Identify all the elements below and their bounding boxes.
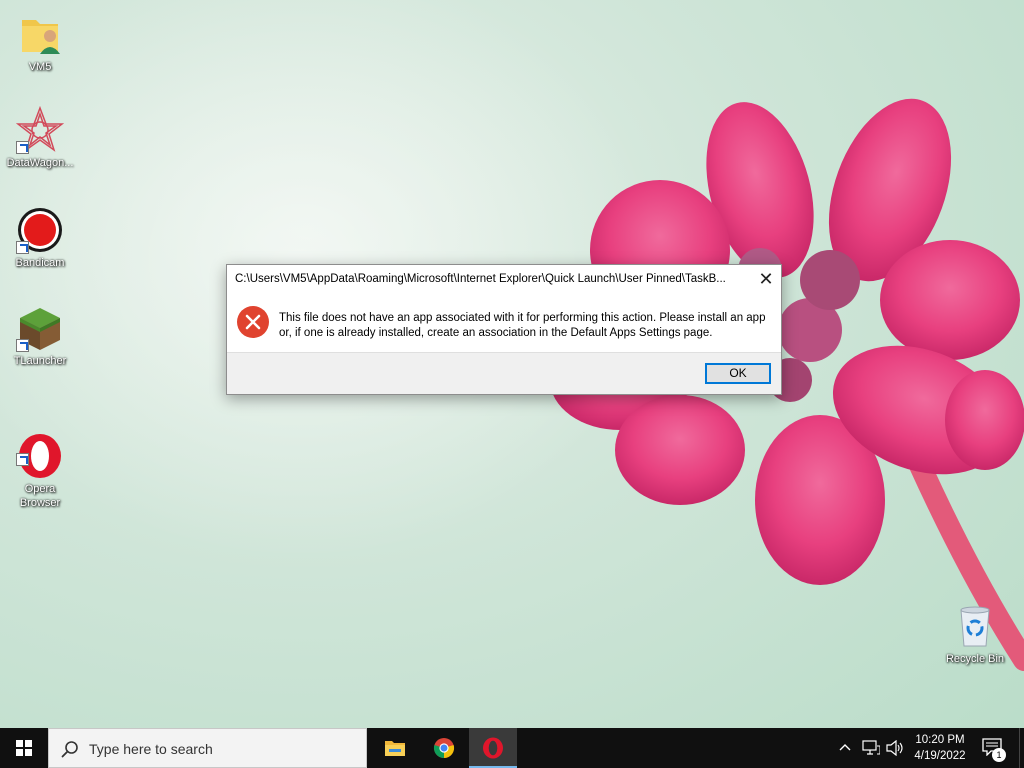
shortcut-arrow-icon bbox=[16, 141, 29, 154]
chrome-icon bbox=[433, 738, 455, 759]
notification-count-badge: 1 bbox=[992, 748, 1006, 762]
start-button[interactable] bbox=[0, 728, 48, 768]
desktop-icon-datawagon[interactable]: DataWagon... bbox=[1, 106, 79, 170]
taskbar-clock[interactable]: 10:20 PM 4/19/2022 bbox=[905, 732, 975, 764]
desktop-icon-label: DataWagon... bbox=[6, 157, 74, 169]
desktop-icon-opera[interactable]: Opera Browser bbox=[1, 404, 79, 524]
desktop-icon-label: Bandicam bbox=[15, 257, 65, 269]
dialog-footer: OK bbox=[227, 352, 781, 394]
clock-date: 4/19/2022 bbox=[914, 750, 966, 762]
shortcut-arrow-icon bbox=[16, 339, 29, 352]
desktop-icon-bandicam[interactable]: Bandicam bbox=[1, 206, 79, 270]
taskbar-chrome[interactable] bbox=[420, 728, 468, 768]
error-dialog: C:\Users\VM5\AppData\Roaming\Microsoft\I… bbox=[226, 264, 782, 395]
chevron-up-icon[interactable] bbox=[839, 743, 851, 751]
clock-time: 10:20 PM bbox=[915, 734, 965, 746]
error-icon bbox=[237, 306, 269, 338]
desktop-icon-label: VM5 bbox=[28, 61, 52, 73]
ok-button[interactable]: OK bbox=[705, 363, 771, 384]
dialog-message: This file does not have an app associate… bbox=[279, 312, 766, 339]
shortcut-arrow-icon bbox=[16, 453, 29, 466]
desktop-icon-label: TLauncher bbox=[13, 355, 67, 367]
search-icon bbox=[61, 741, 78, 758]
taskbar-search-box[interactable]: Type here to search bbox=[48, 728, 367, 768]
taskbar: Type here to search 10:20 PM 4/19/2022 1 bbox=[0, 728, 1024, 768]
shortcut-arrow-icon bbox=[16, 241, 29, 254]
network-icon[interactable] bbox=[862, 740, 880, 756]
taskbar-file-explorer[interactable] bbox=[371, 728, 419, 768]
bandicam-icon bbox=[16, 206, 64, 254]
desktop-icon-label: Recycle Bin bbox=[945, 653, 1005, 665]
opera-icon bbox=[483, 737, 503, 759]
desktop-icon-recycle-bin[interactable]: Recycle Bin bbox=[936, 602, 1014, 666]
windows-logo-icon bbox=[16, 740, 32, 756]
desktop-icon-tlauncher[interactable]: TLauncher bbox=[1, 304, 79, 368]
search-placeholder: Type here to search bbox=[89, 741, 213, 757]
close-button[interactable]: ✕ bbox=[751, 265, 781, 293]
show-desktop-button[interactable] bbox=[1019, 728, 1024, 768]
volume-icon[interactable] bbox=[886, 740, 904, 756]
user-folder-icon bbox=[16, 10, 64, 58]
dialog-title: C:\Users\VM5\AppData\Roaming\Microsoft\I… bbox=[235, 273, 726, 285]
desktop-icon-vm5[interactable]: VM5 bbox=[1, 10, 79, 74]
taskbar-opera[interactable] bbox=[469, 728, 517, 768]
file-explorer-icon bbox=[385, 741, 405, 756]
opera-icon bbox=[16, 418, 64, 478]
recycle-bin-icon bbox=[951, 602, 999, 650]
minecraft-block-icon bbox=[16, 304, 64, 352]
datawagon-icon bbox=[16, 106, 64, 154]
